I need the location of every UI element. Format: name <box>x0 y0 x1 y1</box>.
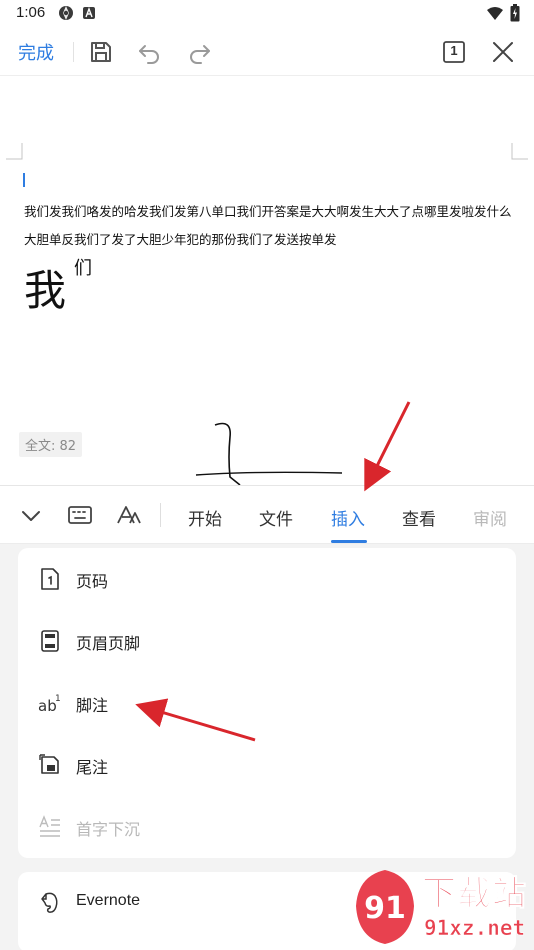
editor-toolbar: 完成 1 <box>0 28 534 76</box>
menu-item-label: 首字下沉 <box>76 820 141 839</box>
done-button[interactable]: 完成 <box>18 39 54 65</box>
active-tab-indicator <box>331 540 367 543</box>
drop-cap-icon <box>39 815 60 837</box>
watermark-logo-text: 91 <box>364 891 406 926</box>
battery-icon <box>510 4 520 22</box>
tab-view[interactable]: 查看 <box>402 505 436 530</box>
aperture-icon <box>59 6 73 20</box>
tab-insert[interactable]: 插入 <box>331 505 365 530</box>
toolbar-divider <box>73 42 74 62</box>
tab-start[interactable]: 开始 <box>188 505 222 530</box>
page-corner-mark <box>6 143 23 160</box>
page-count-number: 1 <box>450 43 458 58</box>
watermark-brand-text: 下载站 <box>422 874 527 915</box>
insert-footnote-item[interactable]: ab 1 脚注 <box>18 672 516 734</box>
evernote-icon <box>41 892 58 913</box>
page-corner-mark <box>511 143 528 160</box>
insert-endnote-item[interactable]: 尾注 <box>18 734 516 796</box>
page-number-icon <box>41 568 59 590</box>
font-style-icon[interactable] <box>115 501 143 529</box>
document-text-line: 我们发我们咯发的哈发我们发第八单口我们开答案是大大啊发生大大了点哪里发啦发什么 <box>24 204 512 219</box>
status-bar: 1:06 <box>0 0 534 28</box>
footnote-icon: ab 1 <box>38 694 61 715</box>
svg-text:ab: ab <box>38 697 57 715</box>
tab-bar-divider <box>160 503 161 527</box>
status-time: 1:06 <box>16 4 46 21</box>
undo-icon[interactable] <box>136 38 164 66</box>
menu-item-label: Evernote <box>76 892 141 909</box>
panel-tab-bar: 开始 文件 插入 查看 审阅 <box>0 486 534 544</box>
insert-options-card: 页码 页眉页脚 ab 1 脚注 尾注 首字下沉 <box>18 548 516 858</box>
close-icon[interactable] <box>489 38 517 66</box>
watermark-logo: 91 <box>356 870 414 944</box>
handwritten-stroke-drawing <box>195 422 343 486</box>
collapse-chevron-icon[interactable] <box>17 501 45 529</box>
text-cursor <box>23 173 25 187</box>
site-watermark: 91 下载站 91xz.net <box>352 862 530 948</box>
document-text-line: 大胆单反我们了发了大胆少年犯的那份我们了发送按单发 <box>24 232 337 247</box>
menu-item-label: 尾注 <box>76 758 109 777</box>
menu-item-label: 页码 <box>76 572 109 591</box>
insert-page-number-item[interactable]: 页码 <box>18 548 516 610</box>
tab-review[interactable]: 审阅 <box>473 505 507 530</box>
page-count-icon[interactable]: 1 <box>440 38 468 66</box>
menu-item-label: 脚注 <box>76 696 109 715</box>
header-footer-icon <box>41 630 59 652</box>
tab-file[interactable]: 文件 <box>259 505 293 530</box>
menu-item-label: 页眉页脚 <box>76 634 141 653</box>
wifi-icon <box>487 7 503 20</box>
watermark-url-text: 91xz.net <box>424 916 526 941</box>
superscript-text-char: 们 <box>74 258 92 279</box>
redo-icon[interactable] <box>185 38 213 66</box>
keyboard-icon[interactable] <box>66 501 94 529</box>
large-text-char: 我 <box>24 266 67 315</box>
word-count-badge: 全文: 82 <box>19 432 83 457</box>
endnote-icon <box>39 754 59 774</box>
insert-header-footer-item[interactable]: 页眉页脚 <box>18 610 516 672</box>
save-icon[interactable] <box>87 38 115 66</box>
insert-drop-cap-item: 首字下沉 <box>18 796 516 858</box>
notification-a-icon <box>83 7 95 19</box>
svg-text:1: 1 <box>55 694 61 704</box>
document-canvas[interactable]: 我们发我们咯发的哈发我们发第八单口我们开答案是大大啊发生大大了点哪里发啦发什么 … <box>0 77 534 486</box>
